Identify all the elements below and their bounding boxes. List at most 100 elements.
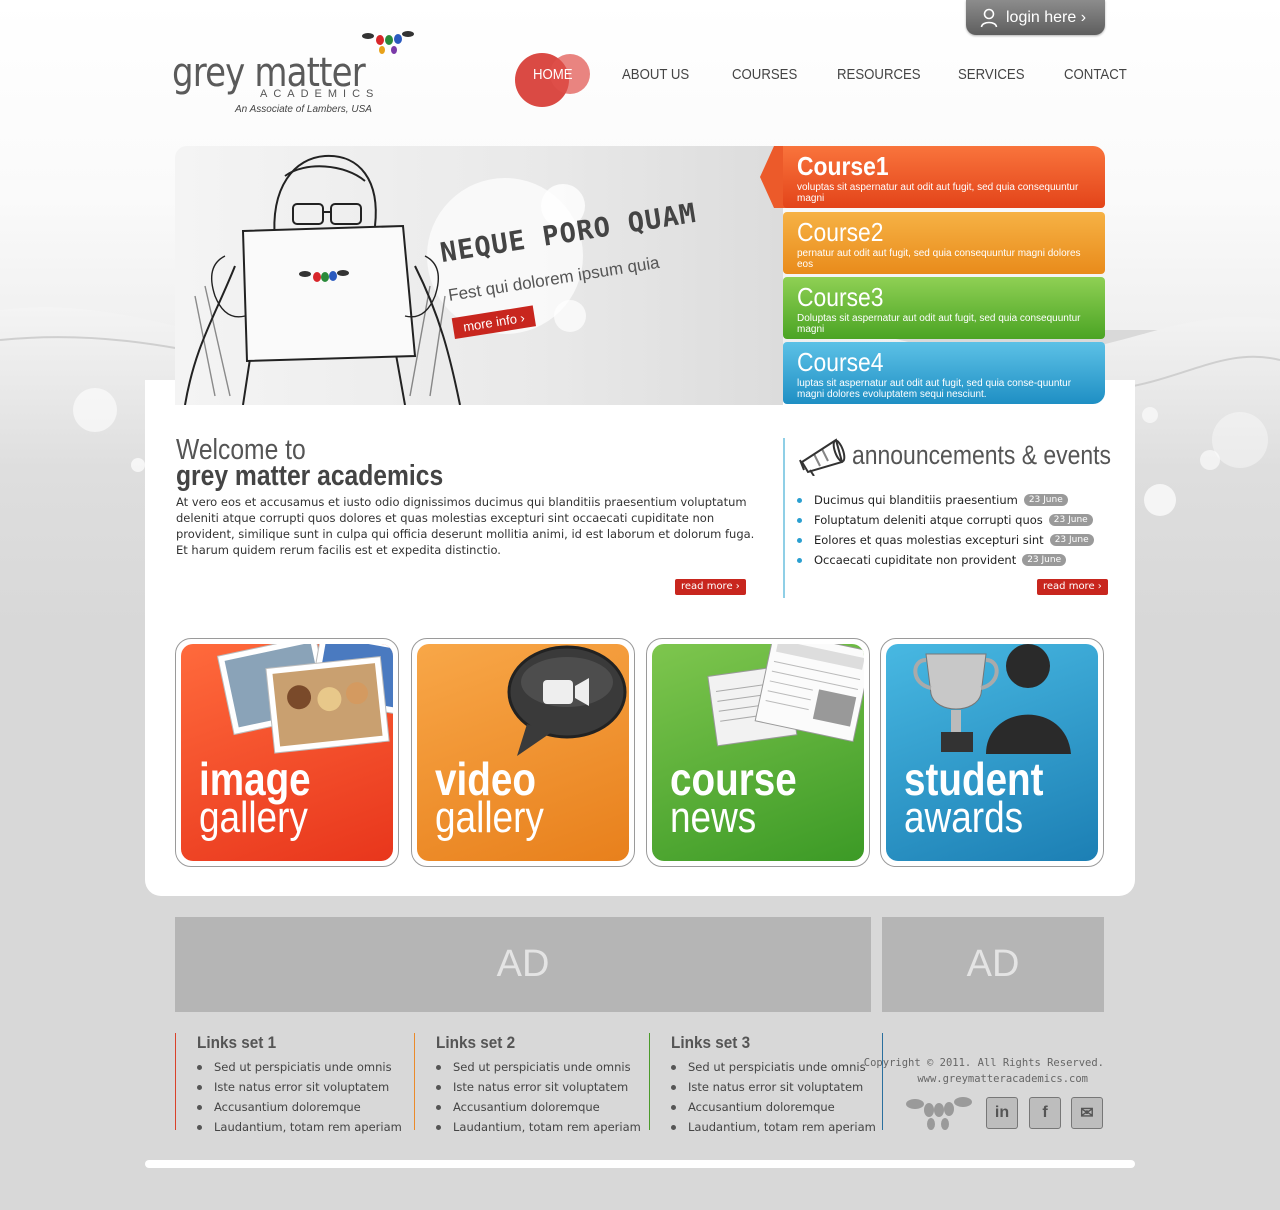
tile-background: video gallery (417, 644, 629, 861)
tile-subtitle: news (670, 793, 757, 842)
link-label: Iste natus error sit voluptatem (688, 1080, 864, 1094)
mail-icon[interactable]: ✉ (1071, 1097, 1103, 1129)
user-icon (980, 8, 998, 27)
logo-tagline: An Associate of Lambers, USA (235, 104, 372, 115)
course-description: Doluptas sit aspernatur aut odit aut fug… (797, 313, 1081, 335)
bullet-icon (197, 1084, 202, 1090)
links-title: Links set 1 (197, 1033, 277, 1052)
announcement-date: 23 June (1048, 514, 1093, 526)
course-tab-2[interactable]: Course2 pernatur aut odit aut fugit, sed… (783, 212, 1105, 274)
footer-link[interactable]: Accusantium doloremque (436, 1097, 644, 1117)
footer-link[interactable]: Sed ut perspiciatis unde omnis (197, 1057, 405, 1077)
link-label: Sed ut perspiciatis unde omnis (688, 1060, 866, 1074)
bullet-icon (197, 1064, 202, 1070)
nav-services[interactable]: SERVICES (958, 66, 1025, 83)
announcement-date: 23 June (1049, 534, 1094, 546)
course-title: Course3 (797, 282, 884, 312)
welcome-read-more-button[interactable]: read more › (675, 579, 746, 595)
bullet-icon (436, 1104, 441, 1110)
linkedin-icon[interactable]: in (986, 1097, 1018, 1129)
ad-banner-small[interactable]: AD (882, 917, 1104, 1012)
tile-background: course news (652, 644, 864, 861)
announcements-title: announcements & events (852, 440, 1111, 470)
bullet-icon (436, 1124, 441, 1130)
trophy-icon (913, 644, 1071, 754)
copyright-text: Copyright © 2011. All Rights Reserved. (863, 1057, 1104, 1069)
tile-course-news[interactable]: course news (646, 638, 870, 867)
announcement-item[interactable]: Foluptatum deleniti atque corrupti quos 2… (797, 510, 1107, 530)
login-button[interactable]: login here › (966, 0, 1105, 35)
announcement-item[interactable]: Ducimus qui blanditiis praesentium 23 Jun… (797, 490, 1107, 510)
footer-link[interactable]: Iste natus error sit voluptatem (197, 1077, 405, 1097)
links-title: Links set 3 (671, 1033, 751, 1052)
footer-link[interactable]: Laudantium, totam rem aperiam (197, 1117, 405, 1137)
link-label: Accusantium doloremque (214, 1100, 361, 1114)
link-label: Sed ut perspiciatis unde omnis (214, 1060, 392, 1074)
nav-about-us[interactable]: ABOUT US (622, 66, 689, 83)
tile-background: student awards (886, 644, 1098, 861)
ad-banner-large[interactable]: AD (175, 917, 871, 1012)
announcement-text: Ducimus qui blanditiis praesentium (814, 493, 1018, 507)
tile-background: image gallery (181, 644, 393, 861)
link-label: Iste natus error sit voluptatem (214, 1080, 390, 1094)
footer-link[interactable]: Accusantium doloremque (197, 1097, 405, 1117)
links-divider (649, 1033, 650, 1130)
announcement-date: 23 June (1022, 554, 1067, 566)
announcements-read-more-button[interactable]: read more › (1037, 579, 1108, 595)
nav-courses[interactable]: COURSES (732, 66, 797, 83)
bullet-icon (797, 497, 802, 503)
footer-link[interactable]: Sed ut perspiciatis unde omnis (436, 1057, 644, 1077)
photos-icon (216, 644, 393, 754)
course-tab-3[interactable]: Course3 Doluptas sit aspernatur aut odit… (783, 277, 1105, 339)
link-label: Laudantium, totam rem aperiam (214, 1120, 402, 1134)
course-description: voluptas sit aspernatur aut odit aut fug… (797, 182, 1079, 204)
link-label: Iste natus error sit voluptatem (453, 1080, 629, 1094)
nav-resources[interactable]: RESOURCES (837, 66, 921, 83)
column-divider (783, 438, 785, 598)
facebook-icon[interactable]: f (1029, 1097, 1061, 1129)
announcement-item[interactable]: Eolores et quas molestias excepturi sint… (797, 530, 1107, 550)
reading-man-illustration (184, 154, 586, 405)
tile-subtitle: awards (904, 793, 1024, 842)
links-set-2: Links set 2 Sed ut perspiciatis unde omn… (414, 1033, 644, 1134)
tile-image-gallery[interactable]: image gallery (175, 638, 399, 867)
nav-contact[interactable]: CONTACT (1064, 66, 1127, 83)
bullet-icon (436, 1084, 441, 1090)
course-description: luptas sit aspernatur aut odit aut fugit… (797, 378, 1072, 400)
link-label: Accusantium doloremque (688, 1100, 835, 1114)
course-title: Course4 (797, 347, 884, 377)
footer-link[interactable]: Accusantium doloremque (671, 1097, 879, 1117)
footer-bottom-bar (145, 1160, 1135, 1168)
announcement-text: Occaecati cupiditate non provident (814, 553, 1017, 567)
bullet-icon (797, 537, 802, 543)
course-tab-1[interactable]: Course1 voluptas sit aspernatur aut odit… (783, 146, 1105, 208)
footer-link[interactable]: Laudantium, totam rem aperiam (671, 1117, 879, 1137)
footer-link[interactable]: Iste natus error sit voluptatem (671, 1077, 879, 1097)
site-url[interactable]: www.greymatteracademics.com (917, 1073, 1088, 1085)
link-label: Laudantium, totam rem aperiam (453, 1120, 641, 1134)
footer-link[interactable]: Sed ut perspiciatis unde omnis (671, 1057, 879, 1077)
footer-link[interactable]: Laudantium, totam rem aperiam (436, 1117, 644, 1137)
links-set-1: Links set 1 Sed ut perspiciatis unde omn… (175, 1033, 405, 1134)
announcement-item[interactable]: Occaecati cupiditate non provident 23 Jun… (797, 550, 1107, 570)
hero-banner: NEQUE PORO QUAM Fest qui dolorem ipsum q… (175, 146, 783, 405)
announcement-date: 23 June (1023, 494, 1068, 506)
nav-home[interactable]: HOME (533, 66, 573, 83)
course-tab-4[interactable]: Course4 luptas sit aspernatur aut odit a… (783, 342, 1105, 404)
footer-link[interactable]: Iste natus error sit voluptatem (436, 1077, 644, 1097)
tile-subtitle: gallery (199, 793, 308, 842)
site-logo[interactable]: grey matter ACADEMICS An Associate of La… (172, 28, 422, 118)
tile-subtitle: gallery (435, 793, 544, 842)
bullet-icon (671, 1124, 676, 1130)
links-list: Sed ut perspiciatis unde omnis Iste natu… (671, 1057, 879, 1137)
announcements-list: Ducimus qui blanditiis praesentium 23 Jun… (797, 490, 1107, 570)
bullet-icon (197, 1124, 202, 1130)
butterfly-logo-icon (362, 31, 414, 54)
links-list: Sed ut perspiciatis unde omnis Iste natu… (436, 1057, 644, 1137)
tile-student-awards[interactable]: student awards (880, 638, 1104, 867)
tile-video-gallery[interactable]: video gallery (411, 638, 635, 867)
course-description: pernatur aut odit aut fugit, sed quia co… (797, 248, 1081, 270)
announcement-text: Eolores et quas molestias excepturi sint (814, 533, 1044, 547)
megaphone-icon (799, 438, 846, 476)
bullet-icon (436, 1064, 441, 1070)
